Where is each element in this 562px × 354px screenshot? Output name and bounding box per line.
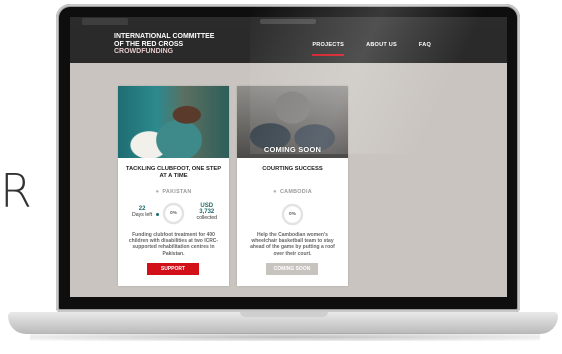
coming-soon-overlay: COMING SOON — [263, 145, 322, 154]
location-label: CAMBODIA — [279, 189, 312, 195]
days-left-label: Days left — [132, 212, 153, 218]
laptop-opening-notch — [240, 312, 328, 317]
progress-percent: 0% — [170, 210, 177, 215]
project-title[interactable]: TACKLING CLUBFOOT, ONE STEP AT A TIME — [124, 166, 223, 179]
project-photo-child[interactable] — [118, 86, 229, 158]
project-card-basketball[interactable]: COMING SOON COURTING SUCCESS ● CAMBODIA 0… — [237, 86, 348, 286]
progress-dot-icon — [156, 213, 159, 216]
laptop-screen: INTERNATIONAL COMMITTEE OF THE RED CROSS… — [70, 17, 507, 297]
amount-collected-stat: USD 3,732 collected — [197, 203, 217, 221]
project-description: Funding clubfoot treatment for 400 child… — [128, 232, 219, 257]
coming-soon-button[interactable]: COMING SOON — [266, 263, 318, 275]
progress-percent: 0% — [289, 211, 296, 216]
funding-progress-gauge: 0% — [281, 203, 304, 226]
background-letter: R — [0, 164, 32, 218]
project-location: ● PAKISTAN — [118, 189, 229, 195]
nav-about-us[interactable]: ABOUT US — [366, 42, 397, 48]
nav-faq[interactable]: FAQ — [419, 42, 431, 48]
location-pin-icon: ● — [155, 189, 160, 195]
logo-line-3: CROWDFUNDING — [114, 48, 174, 55]
site-header: INTERNATIONAL COMMITTEE OF THE RED CROSS… — [70, 26, 507, 63]
project-card-clubfoot[interactable]: TACKLING CLUBFOOT, ONE STEP AT A TIME ● P… — [118, 86, 229, 286]
project-title[interactable]: COURTING SUCCESS — [243, 166, 342, 173]
support-button[interactable]: SUPPORT — [147, 263, 199, 275]
project-location: ● CAMBODIA — [237, 189, 348, 195]
project-description: Help the Cambodian women's wheelchair ba… — [250, 232, 335, 257]
main-nav: PROJECTS ABOUT US FAQ — [312, 42, 431, 56]
browser-tab[interactable] — [82, 18, 128, 25]
amount-label: collected — [196, 215, 217, 221]
project-photo-wheelchair[interactable]: COMING SOON — [237, 86, 348, 158]
days-left-stat: 22 Days left — [132, 206, 152, 218]
logo-line-2: OF THE RED CROSS — [114, 40, 184, 48]
funding-progress-gauge: 0% — [162, 202, 185, 225]
site-logo[interactable]: INTERNATIONAL COMMITTEE OF THE RED CROSS… — [114, 33, 214, 56]
nav-projects[interactable]: PROJECTS — [312, 42, 344, 56]
laptop-shadow — [30, 333, 540, 341]
location-label: PAKISTAN — [162, 189, 192, 195]
address-bar[interactable] — [260, 19, 316, 24]
logo-line-1: INTERNATIONAL COMMITTEE — [114, 33, 215, 40]
location-pin-icon: ● — [273, 189, 277, 195]
